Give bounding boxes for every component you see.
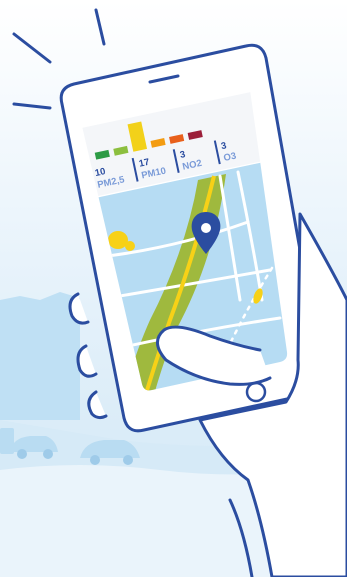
air-quality-app-illustration: 10 PM2,5 17 PM10 3 NO2 3 O3	[0, 0, 347, 577]
reading-pm10-value: 17	[138, 157, 151, 170]
reading-pm25-value: 10	[94, 166, 107, 179]
city-silhouette	[0, 292, 80, 420]
